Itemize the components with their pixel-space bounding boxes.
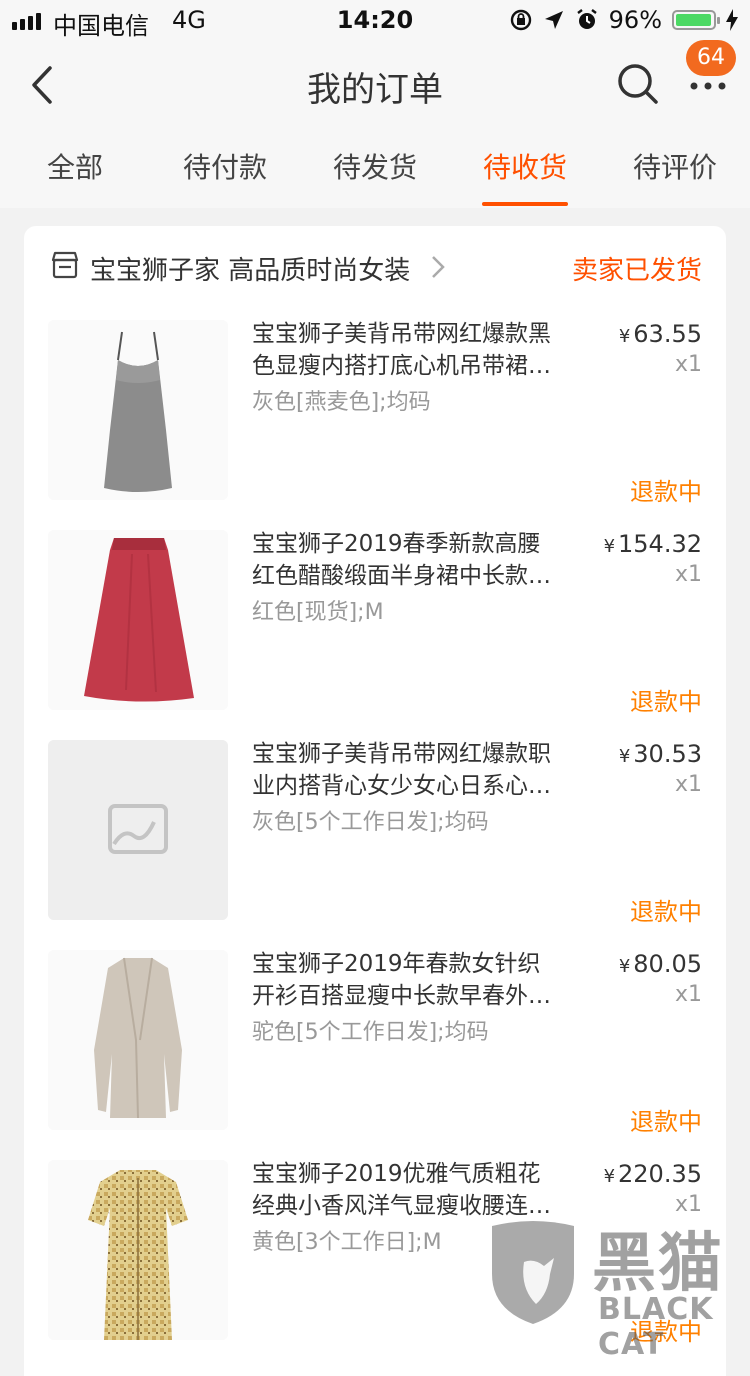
product-title[interactable]: 宝宝狮子2019春季新款高腰 红色醋酸缎面半身裙中长款…	[252, 528, 574, 592]
navigation-bar: 我的订单 64	[0, 40, 750, 130]
order-item[interactable]: 宝宝狮子美背吊带网红爆款黑 色显瘦内搭打底心机吊带裙… 灰色[燕麦色];均码 ¥6…	[24, 320, 726, 530]
rotation-lock-icon	[510, 9, 531, 31]
product-price: ¥154.32	[603, 530, 702, 558]
product-sku: 驼色[5个工作日发];均码	[252, 1020, 489, 1045]
message-badge: 64	[686, 40, 736, 76]
product-image-tweed-dress[interactable]	[48, 1160, 228, 1340]
location-icon	[544, 11, 563, 29]
alarm-icon	[576, 9, 597, 29]
product-quantity: x1	[674, 982, 702, 1007]
product-quantity: x1	[674, 772, 702, 797]
tab-pending-receipt[interactable]: 待收货	[450, 130, 600, 208]
tab-pending-payment[interactable]: 待付款	[150, 130, 300, 208]
product-title[interactable]: 宝宝狮子2019年春款女针织 开衫百搭显瘦中长款早春外…	[252, 948, 574, 1012]
product-title[interactable]: 宝宝狮子2019优雅气质粗花 经典小香风洋气显瘦收腰连…	[252, 1158, 574, 1222]
cat-shield-logo-icon	[492, 1221, 574, 1324]
battery-percent: 96%	[608, 6, 662, 34]
product-image-beige-cardigan[interactable]	[48, 950, 228, 1130]
chevron-right-icon	[432, 256, 445, 278]
blackcat-watermark: 黑猫 BLACK CAT	[478, 1214, 750, 1362]
product-quantity: x1	[674, 562, 702, 587]
order-item[interactable]: 宝宝狮子2019年春款女针织 开衫百搭显瘦中长款早春外… 驼色[5个工作日发];均…	[24, 950, 726, 1160]
refund-status[interactable]: 退款中	[630, 892, 702, 927]
order-tabs: 全部 待付款 待发货 待收货 待评价	[0, 130, 750, 208]
product-sku: 灰色[5个工作日发];均码	[252, 810, 489, 835]
product-title[interactable]: 宝宝狮子美背吊带网红爆款黑 色显瘦内搭打底心机吊带裙…	[252, 318, 574, 382]
product-price: ¥63.55	[618, 320, 702, 348]
product-image-red-satin-skirt[interactable]	[48, 530, 228, 710]
search-icon[interactable]	[616, 62, 660, 106]
product-sku: 红色[现货];M	[252, 600, 384, 625]
product-image-gray-slip-dress[interactable]	[48, 320, 228, 500]
product-price: ¥220.35	[603, 1160, 702, 1188]
product-sku: 灰色[燕麦色];均码	[252, 390, 431, 415]
order-item[interactable]: 宝宝狮子2019春季新款高腰 红色醋酸缎面半身裙中长款… 红色[现货];M ¥15…	[24, 530, 726, 740]
order-status: 卖家已发货	[571, 256, 702, 286]
shop-header[interactable]: 宝宝狮子家 高品质时尚女装 卖家已发货	[24, 226, 726, 310]
product-price: ¥80.05	[618, 950, 702, 978]
charging-icon	[726, 9, 738, 31]
refund-status[interactable]: 退款中	[630, 472, 702, 507]
status-bar: 中国电信 4G 14:20 96%	[0, 0, 750, 40]
tab-pending-shipment[interactable]: 待发货	[300, 130, 450, 208]
tab-all[interactable]: 全部	[0, 130, 150, 208]
shop-name[interactable]: 宝宝狮子家 高品质时尚女装	[90, 250, 410, 287]
tab-pending-review[interactable]: 待评价	[600, 130, 750, 208]
product-sku: 黄色[3个工作日];M	[252, 1230, 442, 1255]
store-icon	[51, 251, 79, 279]
order-item[interactable]: 宝宝狮子美背吊带网红爆款职 业内搭背心女少女心日系心… 灰色[5个工作日发];均码…	[24, 740, 726, 950]
battery-icon	[672, 10, 720, 30]
refund-status[interactable]: 退款中	[630, 1102, 702, 1137]
product-price: ¥30.53	[618, 740, 702, 768]
product-quantity: x1	[674, 352, 702, 377]
refund-status[interactable]: 退款中	[630, 682, 702, 717]
order-card[interactable]: 宝宝狮子家 高品质时尚女装 卖家已发货 宝宝狮子美背吊带网红爆款黑 色显瘦内搭打底…	[24, 226, 726, 1376]
product-title[interactable]: 宝宝狮子美背吊带网红爆款职 业内搭背心女少女心日系心…	[252, 738, 574, 802]
product-image-placeholder[interactable]	[48, 740, 228, 920]
active-tab-indicator	[482, 202, 568, 206]
